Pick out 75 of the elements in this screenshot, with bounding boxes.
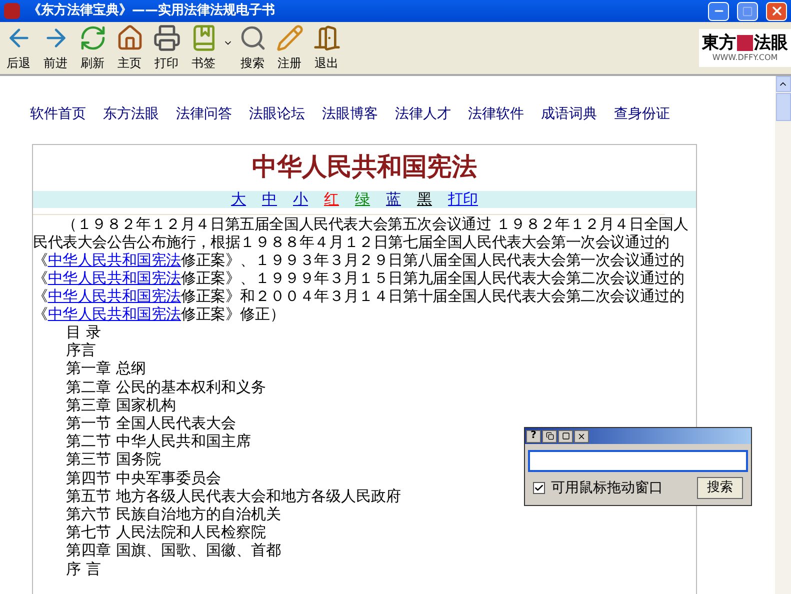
drag-checkbox[interactable] [533, 482, 545, 494]
window-title: 《东方法律宝典》——实用法律法规电子书 [28, 2, 276, 20]
door-icon [312, 24, 340, 52]
contents-item: 第三节 国务院 [66, 450, 161, 469]
close-icon [770, 4, 784, 18]
toolbar-button[interactable]: 前进 [37, 24, 74, 72]
contents-item: 第七节 人民法院和人民检察院 [66, 523, 266, 542]
nav-link[interactable]: 法律软件 [468, 104, 524, 125]
nav-link[interactable]: 法律人才 [395, 104, 451, 125]
contents-item: 第一节 全国人民代表大会 [66, 414, 236, 432]
style-option-link[interactable]: 蓝 [386, 191, 401, 208]
contents-item: 第四节 中央军事委员会 [66, 468, 221, 487]
check-icon [534, 483, 544, 493]
toolbar-button[interactable]: 退出 [308, 24, 345, 72]
close-icon [577, 432, 586, 440]
logo-mark-icon [737, 35, 753, 51]
style-option-link[interactable]: 小 [293, 191, 308, 208]
contents-item: 第一章 总纲 [66, 359, 146, 378]
search-input-field[interactable] [528, 450, 748, 472]
restore-button[interactable] [542, 430, 557, 442]
restore-icon [546, 432, 554, 440]
style-option-link[interactable]: 打印 [448, 191, 478, 208]
toolbar-button[interactable]: 后退 [0, 24, 37, 72]
logo-text: 法眼 [754, 34, 788, 52]
style-option-link[interactable]: 绿 [355, 191, 370, 208]
toolbar-button[interactable]: 搜索 [234, 24, 271, 72]
document-title: 中华人民共和国宪法 [251, 152, 478, 183]
style-option-link[interactable]: 大 [231, 191, 246, 208]
contents-item: 第四章 国旗、国歌、国徽、首都 [66, 541, 281, 560]
minimize-button[interactable] [708, 2, 729, 20]
maximize-icon [742, 6, 753, 16]
toolbar-button[interactable]: 打印 [148, 24, 185, 72]
help-button[interactable]: ? [526, 430, 541, 442]
close-button[interactable] [574, 430, 589, 442]
contents-item: 第五节 地方各级人民代表大会和地方各级人民政府 [66, 486, 401, 506]
contents-item: 第三章 国家机构 [66, 396, 176, 414]
house-icon [116, 24, 144, 52]
refresh-icon [78, 24, 106, 52]
toolbar-button[interactable]: 刷新 [74, 24, 111, 72]
magnifier-icon [238, 24, 266, 52]
pencil-icon [276, 24, 304, 52]
contents-item: 第六节 民族自治地方的自治机关 [66, 505, 281, 524]
nav-link[interactable]: 法律问答 [176, 104, 232, 125]
contents-item: 第二节 中华人民共和国主席 [66, 432, 251, 450]
preamble-paragraph: （１９８２年１２月４日第五届全国人民代表大会第五次会议通过 １９８２年１２月４日全国人民代表大会公告公布施行，根据１９８８年４月１２日第七届全国人民代表大会第一次会议通过的《中华人民共和国宪法修正案》、１９９３年３月２９日第八届全国人民代表大会第一次会议通过的《中华人民共和国宪法修正案》、１９９９年３月１５日第九届全国人民代表大会第二次会议通过的《中华人民共和国宪法修正案》和２００４年３月１４日第十届全国人民代表大会第二次会议通过的《中华人民共和国宪法修正案》修正） [33, 215, 690, 323]
search-button[interactable]: 搜索 [697, 477, 743, 499]
nav-link[interactable]: 东方法眼 [103, 104, 159, 125]
nav-link[interactable]: 成语词典 [541, 104, 597, 125]
contents-item: 目 录 [66, 323, 101, 342]
checkbox-label: 可用鼠标拖动窗口 [551, 478, 663, 498]
law-link[interactable]: 中华人民共和国宪法 [48, 305, 182, 323]
logo-url: WWW.DFFY.COM [712, 54, 778, 62]
toolbar-button[interactable]: 注册 [271, 24, 308, 72]
nav-link[interactable]: 法眼博客 [322, 104, 378, 125]
toolbar-button[interactable]: 书签 [185, 24, 222, 72]
scroll-up-button[interactable] [776, 76, 790, 92]
contents-item: 序言 [66, 341, 96, 360]
scroll-thumb[interactable] [776, 93, 790, 121]
nav-link[interactable]: 法眼论坛 [249, 104, 305, 125]
maximize-button[interactable] [558, 430, 573, 442]
nav-link[interactable]: 查身份证 [614, 104, 670, 125]
contents-item: 序 言 [66, 560, 101, 578]
law-link[interactable]: 中华人民共和国宪法 [48, 269, 182, 287]
app-icon [4, 3, 20, 19]
toolbar-button[interactable]: 主页 [111, 24, 148, 72]
style-option-link[interactable]: 中 [262, 191, 277, 208]
contents-item: 第二章 公民的基本权利和义务 [66, 378, 266, 396]
law-link[interactable]: 中华人民共和国宪法 [48, 251, 182, 269]
maximize-icon [562, 432, 570, 440]
scrollbar[interactable] [775, 76, 791, 594]
law-link[interactable]: 中华人民共和国宪法 [48, 287, 182, 305]
style-option-link[interactable]: 黑 [417, 191, 432, 208]
printer-icon [152, 24, 180, 52]
logo-text: 東方 [702, 34, 736, 52]
nav-link[interactable]: 软件首页 [30, 104, 86, 125]
